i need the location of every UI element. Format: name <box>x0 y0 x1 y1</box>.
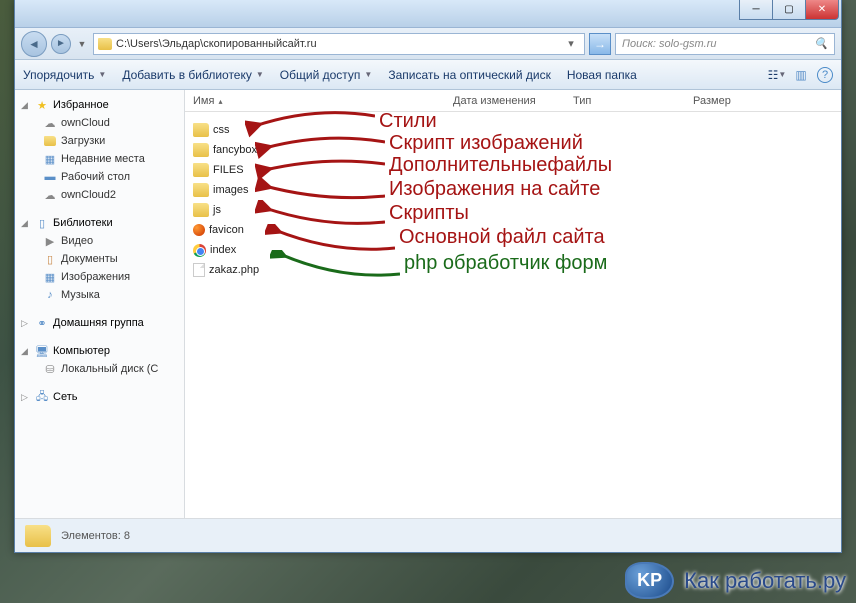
column-type[interactable]: Тип <box>573 95 693 107</box>
search-placeholder: Поиск: solo-gsm.ru <box>622 38 716 50</box>
view-options-button[interactable]: ☷ ▼ <box>769 67 785 83</box>
path-dropdown[interactable]: ▾ <box>562 35 580 53</box>
forward-button[interactable]: ► <box>51 34 71 54</box>
search-icon: 🔍 <box>814 37 828 50</box>
go-button[interactable]: → <box>589 33 611 55</box>
help-button[interactable]: ? <box>817 67 833 83</box>
nav-history-dropdown[interactable]: ▼ <box>75 31 89 57</box>
computer-section[interactable]: ◢🖥Компьютер <box>17 342 182 360</box>
search-input[interactable]: Поиск: solo-gsm.ru 🔍 <box>615 33 835 55</box>
sidebar-item[interactable]: ▬Рабочий стол <box>17 168 182 186</box>
chrome-icon <box>193 244 206 257</box>
list-item[interactable]: FILES <box>193 160 833 180</box>
list-item[interactable]: css <box>193 120 833 140</box>
path-text: C:\Users\Эльдар\скопированныйсайт.ru <box>116 38 558 50</box>
cloud-icon: ☁ <box>43 116 57 130</box>
folder-icon <box>193 143 209 157</box>
organize-menu[interactable]: Упорядочить ▼ <box>23 68 106 82</box>
folder-icon <box>193 123 209 137</box>
recent-icon: ▦ <box>43 152 57 166</box>
watermark: KP Как работать.ру <box>625 562 846 599</box>
list-item[interactable]: images <box>193 180 833 200</box>
back-button[interactable]: ◄ <box>21 31 47 57</box>
sidebar-item[interactable]: Загрузки <box>17 132 182 150</box>
downloads-icon <box>43 134 57 148</box>
favorites-section[interactable]: ◢★Избранное <box>17 96 182 114</box>
maximize-button[interactable]: ▢ <box>772 0 806 20</box>
sidebar-item[interactable]: ⛁Локальный диск (C <box>17 360 182 378</box>
folder-icon <box>193 163 209 177</box>
path-input[interactable]: C:\Users\Эльдар\скопированныйсайт.ru ▾ <box>93 33 585 55</box>
sidebar-item[interactable]: ♪Музыка <box>17 286 182 304</box>
preview-pane-button[interactable]: ▥ <box>793 67 809 83</box>
sidebar-item[interactable]: ▶Видео <box>17 232 182 250</box>
library-icon: ▯ <box>35 216 49 230</box>
address-bar: ◄ ► ▼ C:\Users\Эльдар\скопированныйсайт.… <box>15 28 841 60</box>
favicon-icon <box>193 224 205 236</box>
column-date[interactable]: Дата изменения <box>453 95 573 107</box>
star-icon: ★ <box>35 98 49 112</box>
new-folder-button[interactable]: Новая папка <box>567 68 637 82</box>
documents-icon: ▯ <box>43 252 57 266</box>
pictures-icon: ▦ <box>43 270 57 284</box>
video-icon: ▶ <box>43 234 57 248</box>
music-icon: ♪ <box>43 288 57 302</box>
sidebar-item[interactable]: ▦Недавние места <box>17 150 182 168</box>
watermark-text: Как работать.ру <box>684 568 846 594</box>
column-name[interactable]: Имя▴ <box>193 95 453 107</box>
folder-icon <box>193 203 209 217</box>
navigation-pane: ◢★Избранное ☁ownCloud Загрузки ▦Недавние… <box>15 90 185 518</box>
item-count: Элементов: 8 <box>61 530 130 542</box>
share-menu[interactable]: Общий доступ ▼ <box>280 68 373 82</box>
libraries-section[interactable]: ◢▯Библиотеки <box>17 214 182 232</box>
cloud-icon: ☁ <box>43 188 57 202</box>
folder-icon <box>25 525 51 547</box>
list-item[interactable]: favicon <box>193 220 833 240</box>
network-section[interactable]: ▷🖧Сеть <box>17 388 182 406</box>
computer-icon: 🖥 <box>35 344 49 358</box>
sidebar-item[interactable]: ▦Изображения <box>17 268 182 286</box>
homegroup-section[interactable]: ▷⚭Домашняя группа <box>17 314 182 332</box>
explorer-window: ─ ▢ ✕ ◄ ► ▼ C:\Users\Эльдар\скопированны… <box>14 0 842 553</box>
close-button[interactable]: ✕ <box>805 0 839 20</box>
status-bar: Элементов: 8 <box>15 518 841 552</box>
column-headers: Имя▴ Дата изменения Тип Размер <box>185 90 841 112</box>
folder-icon <box>98 38 112 50</box>
command-toolbar: Упорядочить ▼ Добавить в библиотеку ▼ Об… <box>15 60 841 90</box>
watermark-badge: KP <box>625 562 674 599</box>
disk-icon: ⛁ <box>43 362 57 376</box>
desktop-icon: ▬ <box>43 170 57 184</box>
php-icon <box>193 263 205 277</box>
folder-icon <box>193 183 209 197</box>
homegroup-icon: ⚭ <box>35 316 49 330</box>
sidebar-item[interactable]: ☁ownCloud2 <box>17 186 182 204</box>
burn-button[interactable]: Записать на оптический диск <box>388 68 551 82</box>
file-view: Имя▴ Дата изменения Тип Размер css fancy… <box>185 90 841 518</box>
network-icon: 🖧 <box>35 390 49 404</box>
list-item[interactable]: index <box>193 240 833 260</box>
list-item[interactable]: zakaz.php <box>193 260 833 280</box>
titlebar: ─ ▢ ✕ <box>15 0 841 28</box>
list-item[interactable]: fancybox <box>193 140 833 160</box>
add-library-menu[interactable]: Добавить в библиотеку ▼ <box>122 68 263 82</box>
column-size[interactable]: Размер <box>693 95 773 107</box>
minimize-button[interactable]: ─ <box>739 0 773 20</box>
sidebar-item[interactable]: ☁ownCloud <box>17 114 182 132</box>
sidebar-item[interactable]: ▯Документы <box>17 250 182 268</box>
list-item[interactable]: js <box>193 200 833 220</box>
